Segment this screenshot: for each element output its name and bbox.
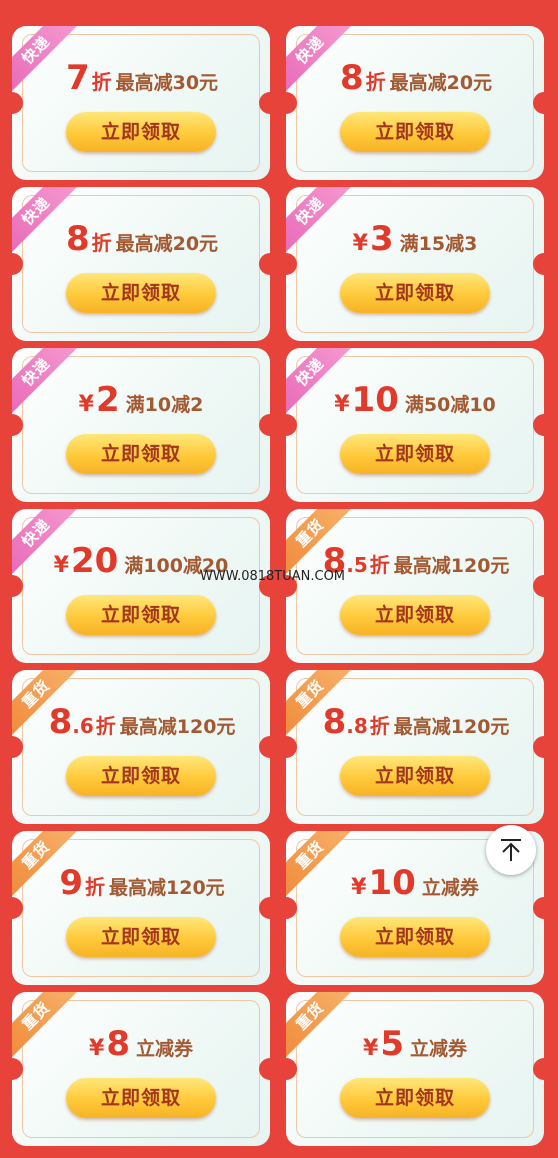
coupon-card: 重货 8 .8 折 最高减120元 立即领取 bbox=[286, 670, 544, 824]
coupon-card: 重货 ¥ 5 立减券 立即领取 bbox=[286, 992, 544, 1146]
currency-symbol: ¥ bbox=[352, 231, 368, 256]
coupon-desc: 立减券 bbox=[135, 1038, 193, 1060]
coupon-desc: 最高减120元 bbox=[109, 877, 225, 899]
coupon-title: ¥ 8 立减券 bbox=[12, 1024, 270, 1068]
coupon-value: 8 bbox=[65, 219, 90, 259]
claim-button[interactable]: 立即领取 bbox=[66, 917, 216, 957]
coupon-title: 8 .6 折 最高减120元 bbox=[12, 702, 270, 746]
claim-button[interactable]: 立即领取 bbox=[66, 434, 216, 474]
coupon-card: 重货 ¥ 8 立减券 立即领取 bbox=[12, 992, 270, 1146]
coupon-unit: 折 bbox=[85, 875, 105, 899]
coupon-card: 快递 8 折 最高减20元 立即领取 bbox=[286, 26, 544, 180]
coupon-title: 9 折 最高减120元 bbox=[12, 863, 270, 907]
coupon-card: 快递 ¥ 3 满15减3 立即领取 bbox=[286, 187, 544, 341]
coupon-value: 3 bbox=[369, 219, 394, 259]
claim-button[interactable]: 立即领取 bbox=[66, 112, 216, 152]
coupon-title: ¥ 2 满10减2 bbox=[12, 380, 270, 424]
coupon-title: ¥ 5 立减券 bbox=[286, 1024, 544, 1068]
coupon-desc: 最高减120元 bbox=[119, 716, 236, 738]
coupon-desc: 满10减2 bbox=[125, 394, 204, 416]
coupon-value-decimal: .5 bbox=[346, 553, 368, 577]
coupon-value-decimal: .6 bbox=[72, 714, 94, 738]
coupon-title: 7 折 最高减30元 bbox=[12, 58, 270, 102]
coupon-card: 重货 9 折 最高减120元 立即领取 bbox=[12, 831, 270, 985]
coupon-desc: 满50减10 bbox=[404, 394, 496, 416]
coupon-desc: 最高减20元 bbox=[115, 233, 219, 255]
coupon-title: ¥ 3 满15减3 bbox=[286, 219, 544, 263]
coupon-value: 2 bbox=[95, 380, 120, 420]
coupon-value: 7 bbox=[65, 58, 90, 98]
claim-button[interactable]: 立即领取 bbox=[66, 273, 216, 313]
coupon-card: 快递 ¥ 2 满10减2 立即领取 bbox=[12, 348, 270, 502]
coupon-unit: 折 bbox=[369, 714, 390, 738]
coupon-card: 快递 8 折 最高减20元 立即领取 bbox=[12, 187, 270, 341]
currency-symbol: ¥ bbox=[351, 875, 367, 900]
coupon-desc: 满15减3 bbox=[399, 233, 478, 255]
coupon-desc: 最高减120元 bbox=[393, 555, 510, 577]
coupon-unit: 折 bbox=[95, 714, 116, 738]
coupon-value: 8 bbox=[339, 58, 364, 98]
coupon-value: 5 bbox=[380, 1024, 404, 1064]
claim-button[interactable]: 立即领取 bbox=[66, 1078, 216, 1118]
claim-button[interactable]: 立即领取 bbox=[66, 595, 216, 635]
coupon-unit: 折 bbox=[91, 70, 112, 94]
back-to-top-button[interactable] bbox=[486, 825, 536, 875]
claim-button[interactable]: 立即领取 bbox=[340, 112, 490, 152]
claim-button[interactable]: 立即领取 bbox=[340, 273, 490, 313]
currency-symbol: ¥ bbox=[78, 392, 94, 417]
coupon-title: 8 折 最高减20元 bbox=[286, 58, 544, 102]
coupon-desc: 最高减30元 bbox=[115, 72, 219, 94]
currency-symbol: ¥ bbox=[334, 392, 350, 417]
coupon-value: 10 bbox=[351, 380, 399, 420]
coupon-value: 8 bbox=[322, 702, 347, 742]
arrow-up-icon bbox=[501, 839, 521, 861]
coupon-card: 快递 7 折 最高减30元 立即领取 bbox=[12, 26, 270, 180]
coupon-value: 10 bbox=[368, 863, 416, 903]
coupon-value: 9 bbox=[59, 863, 83, 903]
currency-symbol: ¥ bbox=[53, 553, 69, 578]
coupon-unit: 折 bbox=[91, 231, 112, 255]
claim-button[interactable]: 立即领取 bbox=[340, 917, 490, 957]
coupon-unit: 折 bbox=[369, 553, 390, 577]
claim-button[interactable]: 立即领取 bbox=[340, 1078, 490, 1118]
currency-symbol: ¥ bbox=[363, 1036, 379, 1061]
coupon-value: 8 bbox=[48, 702, 73, 742]
claim-button[interactable]: 立即领取 bbox=[66, 756, 216, 796]
coupon-title: ¥ 10 满50减10 bbox=[286, 380, 544, 424]
coupon-desc: 最高减20元 bbox=[389, 72, 493, 94]
claim-button[interactable]: 立即领取 bbox=[340, 434, 490, 474]
coupon-desc: 最高减120元 bbox=[393, 716, 510, 738]
coupon-card: 重货 8 .6 折 最高减120元 立即领取 bbox=[12, 670, 270, 824]
currency-symbol: ¥ bbox=[89, 1036, 105, 1061]
coupon-card: 重货 8 .5 折 最高减120元 立即领取 bbox=[286, 509, 544, 663]
coupon-title: 8 .8 折 最高减120元 bbox=[286, 702, 544, 746]
coupon-title: 8 折 最高减20元 bbox=[12, 219, 270, 263]
claim-button[interactable]: 立即领取 bbox=[340, 595, 490, 635]
coupon-card: 快递 ¥ 20 满100减20 立即领取 bbox=[12, 509, 270, 663]
coupon-value: 20 bbox=[70, 541, 119, 581]
coupon-desc: 立减券 bbox=[421, 877, 479, 899]
claim-button[interactable]: 立即领取 bbox=[340, 756, 490, 796]
coupon-value: 8 bbox=[106, 1024, 130, 1064]
coupon-desc: 立减券 bbox=[409, 1038, 467, 1060]
watermark-text: WWW.0818TUAN.COM bbox=[200, 569, 346, 584]
coupon-card: 快递 ¥ 10 满50减10 立即领取 bbox=[286, 348, 544, 502]
coupon-value-decimal: .8 bbox=[346, 714, 368, 738]
coupon-unit: 折 bbox=[365, 70, 386, 94]
